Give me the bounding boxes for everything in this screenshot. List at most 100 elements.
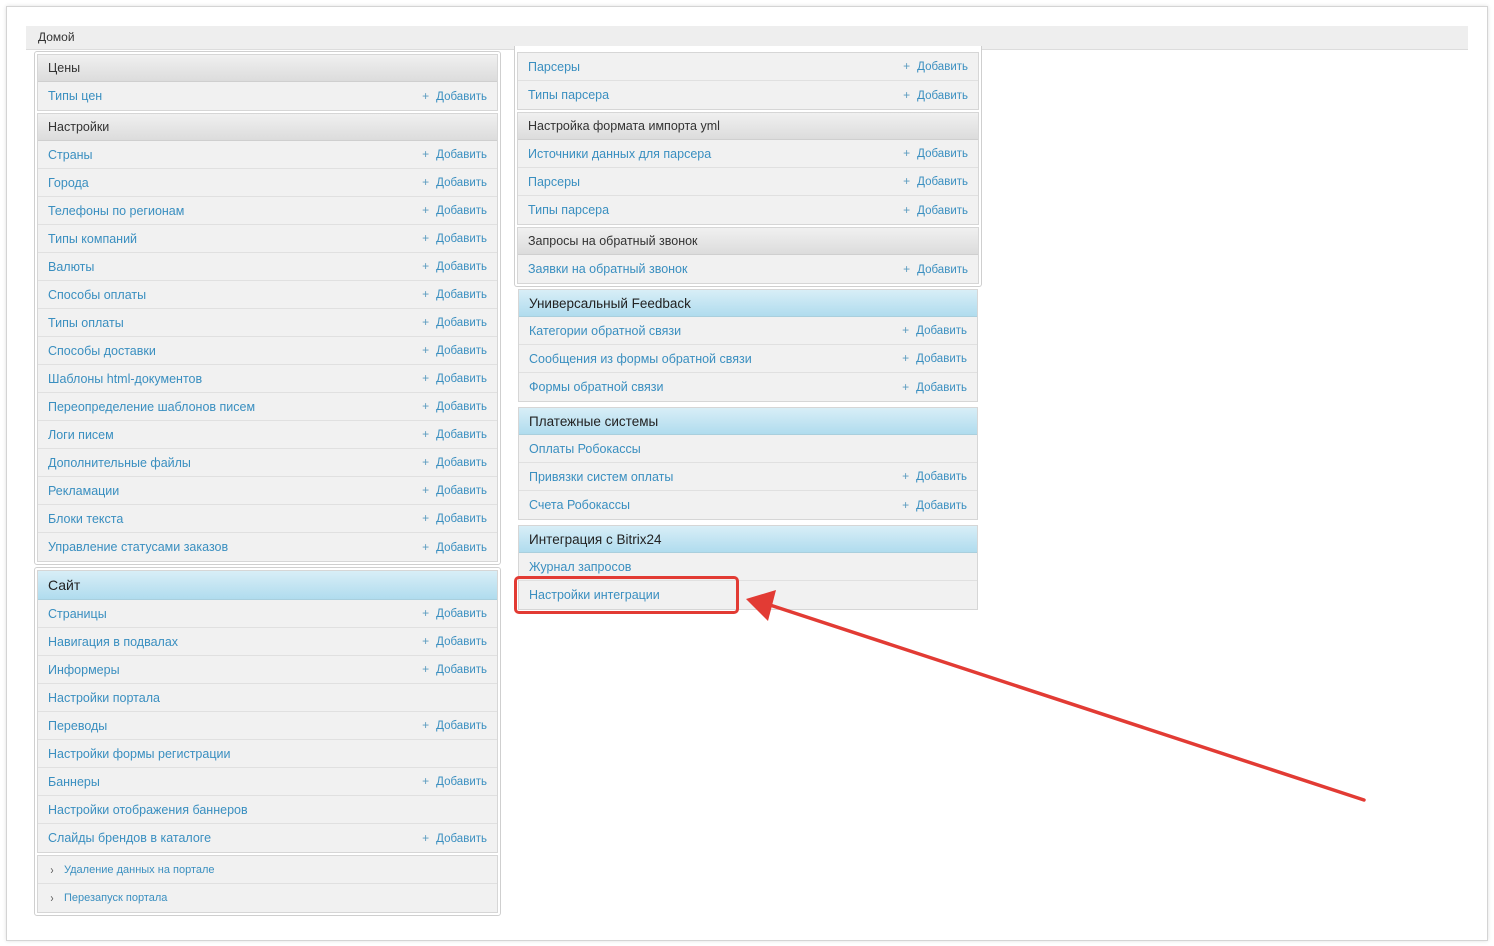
item-link[interactable]: Страницы <box>48 600 107 628</box>
list-item: Страницы + Добавить <box>38 600 497 628</box>
add-button[interactable]: + Добавить <box>422 599 487 628</box>
list-item: Привязки систем оплаты + Добавить <box>519 463 977 491</box>
item-link[interactable]: Категории обратной связи <box>529 317 681 345</box>
plus-icon: + <box>422 539 430 554</box>
add-label: Добавить <box>436 261 487 273</box>
item-link[interactable]: Навигация в подвалах <box>48 628 178 656</box>
item-link[interactable]: Блоки текста <box>48 505 123 533</box>
add-button[interactable]: + Добавить <box>422 824 487 853</box>
item-link[interactable]: Дополнительные файлы <box>48 449 191 477</box>
add-label: Добавить <box>916 381 967 394</box>
item-link[interactable]: Страны <box>48 141 93 169</box>
list-item: Настройки формы регистрации <box>38 740 497 768</box>
item-link[interactable]: Настройки формы регистрации <box>48 740 230 768</box>
add-button[interactable]: + Добавить <box>902 491 967 520</box>
item-link[interactable]: Парсеры <box>528 168 580 196</box>
add-label: Добавить <box>436 205 487 217</box>
add-button[interactable]: + Добавить <box>422 336 487 365</box>
action-link[interactable]: › Удаление данных на портале <box>38 856 497 884</box>
add-button[interactable]: + Добавить <box>903 255 968 284</box>
item-link[interactable]: Парсеры <box>528 53 580 81</box>
module-parsers: Парсеры + Добавить Типы парсера + Добавить На… <box>514 46 982 287</box>
item-link[interactable]: Валюты <box>48 253 94 281</box>
item-link[interactable]: Переводы <box>48 712 107 740</box>
chevron-right-icon: › <box>50 891 54 905</box>
item-link[interactable]: Управление статусами заказов <box>48 533 228 561</box>
add-button[interactable]: + Добавить <box>903 81 968 110</box>
section-caption: Сайт <box>38 571 497 600</box>
add-button[interactable]: + Добавить <box>903 196 968 225</box>
add-button[interactable]: + Добавить <box>422 140 487 169</box>
plus-icon: + <box>902 469 910 483</box>
item-link[interactable]: Телефоны по регионам <box>48 197 184 225</box>
item-link[interactable]: Сообщения из формы обратной связи <box>529 345 752 373</box>
item-link[interactable]: Способы доставки <box>48 337 156 365</box>
add-button[interactable]: + Добавить <box>422 196 487 225</box>
add-button[interactable]: + Добавить <box>422 448 487 477</box>
item-link[interactable]: Типы парсера <box>528 81 609 109</box>
item-link[interactable]: Типы компаний <box>48 225 137 253</box>
action-label: Удаление данных на портале <box>64 863 215 876</box>
plus-icon: + <box>422 606 430 620</box>
item-link[interactable]: Информеры <box>48 656 120 684</box>
add-label: Добавить <box>917 148 968 160</box>
item-link[interactable]: Шаблоны html-документов <box>48 365 202 393</box>
add-button[interactable]: + Добавить <box>422 392 487 421</box>
add-button[interactable]: + Добавить <box>422 627 487 656</box>
item-link[interactable]: Формы обратной связи <box>529 373 663 401</box>
item-link[interactable]: Слайды брендов в каталоге <box>48 824 211 852</box>
plus-icon: + <box>422 231 430 245</box>
item-link[interactable]: Способы оплаты <box>48 281 146 309</box>
add-button[interactable]: + Добавить <box>422 504 487 533</box>
item-link[interactable]: Баннеры <box>48 768 100 796</box>
item-link[interactable]: Рекламации <box>48 477 119 505</box>
item-link[interactable]: Настройки интеграции <box>529 581 660 609</box>
item-link[interactable]: Типы цен <box>48 82 102 110</box>
item-link[interactable]: Привязки систем оплаты <box>529 463 673 491</box>
chevron-right-icon: › <box>50 862 54 877</box>
add-button[interactable]: + Добавить <box>902 373 967 402</box>
add-label: Добавить <box>436 485 487 497</box>
item-link[interactable]: Оплаты Робокассы <box>529 435 641 463</box>
item-link[interactable]: Города <box>48 169 89 197</box>
add-button[interactable]: + Добавить <box>422 252 487 281</box>
list-item: Управление статусами заказов + Добавить <box>38 533 497 561</box>
list-item: Способы оплаты + Добавить <box>38 281 497 309</box>
add-button[interactable]: + Добавить <box>422 308 487 337</box>
add-button[interactable]: + Добавить <box>903 52 968 81</box>
add-button[interactable]: + Добавить <box>903 139 968 168</box>
item-link[interactable]: Переопределение шаблонов писем <box>48 393 255 421</box>
section-callback: Запросы на обратный звонок Заявки на обр… <box>517 227 979 284</box>
item-link[interactable]: Заявки на обратный звонок <box>528 255 687 283</box>
add-button[interactable]: + Добавить <box>422 224 487 253</box>
add-button[interactable]: + Добавить <box>422 533 487 562</box>
list-item: Шаблоны html-документов + Добавить <box>38 365 497 393</box>
item-link[interactable]: Логи писем <box>48 421 114 449</box>
add-button[interactable]: + Добавить <box>422 364 487 393</box>
add-button[interactable]: + Добавить <box>422 767 487 796</box>
add-label: Добавить <box>436 401 487 413</box>
add-button[interactable]: + Добавить <box>422 420 487 449</box>
action-link[interactable]: › Перезапуск портала <box>38 884 497 912</box>
item-link[interactable]: Журнал запросов <box>529 553 631 581</box>
item-link[interactable]: Типы оплаты <box>48 309 124 337</box>
add-button[interactable]: + Добавить <box>902 462 967 491</box>
item-link[interactable]: Типы парсера <box>528 196 609 224</box>
item-link[interactable]: Настройки отображения баннеров <box>48 796 248 824</box>
item-link[interactable]: Счета Робокассы <box>529 491 630 519</box>
add-button[interactable]: + Добавить <box>422 82 487 111</box>
item-link[interactable]: Настройки портала <box>48 684 160 712</box>
add-button[interactable]: + Добавить <box>902 344 967 373</box>
add-button[interactable]: + Добавить <box>422 655 487 684</box>
item-link[interactable]: Источники данных для парсера <box>528 140 711 168</box>
add-button[interactable]: + Добавить <box>422 168 487 197</box>
add-label: Добавить <box>436 636 487 648</box>
add-button[interactable]: + Добавить <box>422 711 487 740</box>
add-button[interactable]: + Добавить <box>902 316 967 345</box>
add-button[interactable]: + Добавить <box>422 476 487 505</box>
add-button[interactable]: + Добавить <box>422 280 487 309</box>
list-item: Слайды брендов в каталоге + Добавить <box>38 824 497 852</box>
list-item: Парсеры + Добавить <box>518 168 978 196</box>
add-button[interactable]: + Добавить <box>903 167 968 196</box>
list-item: Типы оплаты + Добавить <box>38 309 497 337</box>
